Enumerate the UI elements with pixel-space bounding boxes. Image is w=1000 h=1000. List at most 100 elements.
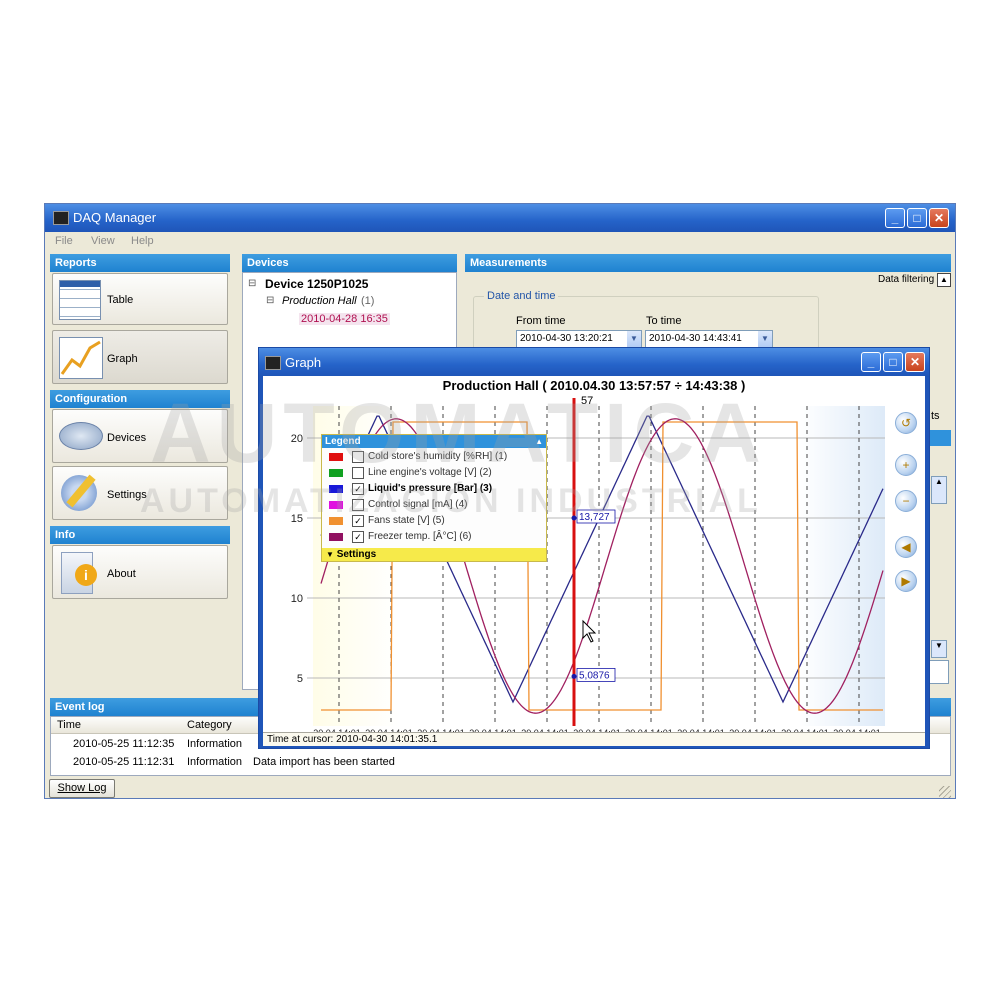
main-titlebar[interactable]: DAQ Manager _ □ ✕ — [45, 204, 955, 232]
maximize-icon[interactable]: □ — [907, 208, 927, 228]
devices-label: Devices — [107, 432, 147, 444]
graph-button[interactable]: Graph — [52, 330, 228, 384]
legend-item[interactable]: ✓ Fans state [V] (5) — [326, 513, 544, 528]
mouse-cursor-icon — [582, 619, 597, 643]
close-icon[interactable]: ✕ — [905, 352, 925, 372]
device-node[interactable]: Device 1250P1025 — [265, 277, 368, 291]
menu-view[interactable]: View — [91, 235, 115, 247]
legend-title[interactable]: Legend ▲ — [322, 435, 546, 448]
value-label: 13,727 — [579, 512, 610, 523]
devices-icon — [59, 422, 103, 450]
arrow-right-icon[interactable]: ▶ — [895, 570, 917, 592]
legend-label: Control signal [mA] (4) — [368, 499, 468, 510]
legend-swatch — [329, 469, 343, 477]
graph-label: Graph — [107, 353, 138, 365]
row-category: Information — [187, 738, 243, 750]
collapse-arrow-icon[interactable]: ▲ — [535, 435, 543, 448]
about-button[interactable]: i About — [52, 545, 228, 599]
legend-checkbox[interactable]: ✓ — [352, 515, 364, 527]
row-message: Data import has been started — [253, 756, 395, 768]
window-title: DAQ Manager — [73, 210, 157, 225]
legend-checkbox[interactable] — [352, 499, 364, 511]
collapse-icon-2[interactable]: ⊟ — [266, 295, 274, 306]
close-icon[interactable]: ✕ — [929, 208, 949, 228]
partial-field[interactable] — [929, 660, 949, 684]
legend-swatch — [329, 533, 343, 541]
reports-header: Reports — [50, 254, 230, 272]
legend-checkbox[interactable] — [352, 467, 364, 479]
row-time: 2010-05-25 11:12:35 — [73, 738, 175, 750]
zoom-in-icon[interactable]: + — [895, 454, 917, 476]
legend-item[interactable]: Line engine's voltage [V] (2) — [326, 465, 544, 480]
legend-item[interactable]: Cold store's humidity [%RH] (1) — [326, 449, 544, 464]
date-node[interactable]: 2010-04-28 16:35 — [299, 313, 390, 325]
legend-swatch — [329, 485, 343, 493]
show-log-button[interactable]: Show Log — [49, 779, 115, 798]
scroll-down-icon[interactable]: ▼ — [931, 640, 947, 658]
location-node[interactable]: Production Hall — [282, 295, 357, 307]
y-tick-label: 15 — [291, 513, 303, 525]
zoom-out-icon[interactable]: − — [895, 490, 917, 512]
legend-item[interactable]: ✓ Freezer temp. [Â°C] (6) — [326, 529, 544, 544]
legend-label: Liquid's pressure [Bar] (3) — [368, 483, 493, 494]
row-category: Information — [187, 756, 243, 768]
cursor-time-status: Time at cursor: 2010-04-30 14:01:35.1 — [263, 732, 925, 746]
legend: Legend ▲ Cold store's humidity [%RH] (1)… — [321, 434, 547, 562]
y-tick-label: 10 — [291, 593, 303, 605]
legend-title-text: Legend — [325, 436, 361, 447]
table-button[interactable]: Table — [52, 273, 228, 325]
configuration-header: Configuration — [50, 390, 230, 408]
maximize-icon[interactable]: □ — [883, 352, 903, 372]
devices-button[interactable]: Devices — [52, 409, 228, 463]
location-count: (1) — [361, 295, 375, 307]
legend-item[interactable]: Control signal [mA] (4) — [326, 497, 544, 512]
graph-window-title: Graph — [285, 355, 322, 370]
menu-help[interactable]: Help — [131, 235, 154, 247]
to-time-combo[interactable]: 2010-04-30 14:43:41 ▼ — [645, 330, 773, 348]
legend-swatch — [329, 453, 343, 461]
col-category[interactable]: Category — [187, 719, 232, 731]
to-time-value: 2010-04-30 14:43:41 — [649, 333, 742, 344]
minimize-icon[interactable]: _ — [885, 208, 905, 228]
info-icon: i — [75, 564, 97, 586]
legend-label: Line engine's voltage [V] (2) — [368, 467, 492, 478]
collapse-arrow-icon[interactable]: ▲ — [937, 273, 951, 287]
legend-checkbox[interactable] — [352, 451, 364, 463]
menu-file[interactable]: File — [55, 235, 73, 247]
devices-panel-header: Devices — [242, 254, 457, 272]
value-marker — [571, 673, 577, 679]
partial-header — [929, 430, 951, 446]
info-header: Info — [50, 526, 230, 544]
legend-checkbox[interactable]: ✓ — [352, 483, 364, 495]
resize-grip-icon[interactable] — [939, 786, 951, 798]
chevron-down-icon[interactable]: ▼ — [758, 331, 772, 347]
scroll-up-icon[interactable]: ▲ — [931, 476, 947, 504]
graph-titlebar[interactable]: Graph _ □ ✕ — [259, 348, 929, 376]
legend-checkbox[interactable]: ✓ — [352, 531, 364, 543]
collapse-icon[interactable]: ⊟ — [248, 278, 256, 289]
chevron-down-icon[interactable]: ▼ — [627, 331, 641, 347]
legend-settings-text: Settings — [336, 549, 377, 560]
graph-app-icon — [265, 356, 281, 370]
graph-client: Production Hall ( 2010.04.30 13:57:57 ÷ … — [263, 376, 925, 746]
legend-label: Freezer temp. [Â°C] (6) — [368, 531, 472, 542]
legend-item[interactable]: ✓ Liquid's pressure [Bar] (3) — [326, 481, 544, 496]
partial-label: ts — [931, 410, 940, 422]
graph-icon — [59, 337, 103, 379]
table-row[interactable]: 2010-05-25 11:12:31 Information Data imp… — [51, 756, 950, 772]
col-time[interactable]: Time — [57, 719, 81, 731]
from-time-combo[interactable]: 2010-04-30 13:20:21 ▼ — [516, 330, 642, 348]
from-time-label: From time — [516, 315, 566, 327]
data-filtering-label: Data filtering — [878, 274, 935, 285]
value-label: 5,0876 — [579, 670, 610, 681]
refresh-icon[interactable]: ↺ — [895, 412, 917, 434]
graph-window: Graph _ □ ✕ Production Hall ( 2010.04.30… — [258, 347, 930, 749]
to-time-label: To time — [646, 315, 682, 327]
legend-settings[interactable]: ▼ Settings — [322, 548, 546, 561]
settings-button[interactable]: Settings — [52, 466, 228, 520]
legend-label: Cold store's humidity [%RH] (1) — [368, 451, 508, 462]
menubar: File View Help — [45, 232, 955, 252]
arrow-left-icon[interactable]: ◀ — [895, 536, 917, 558]
minimize-icon[interactable]: _ — [861, 352, 881, 372]
legend-swatch — [329, 501, 343, 509]
